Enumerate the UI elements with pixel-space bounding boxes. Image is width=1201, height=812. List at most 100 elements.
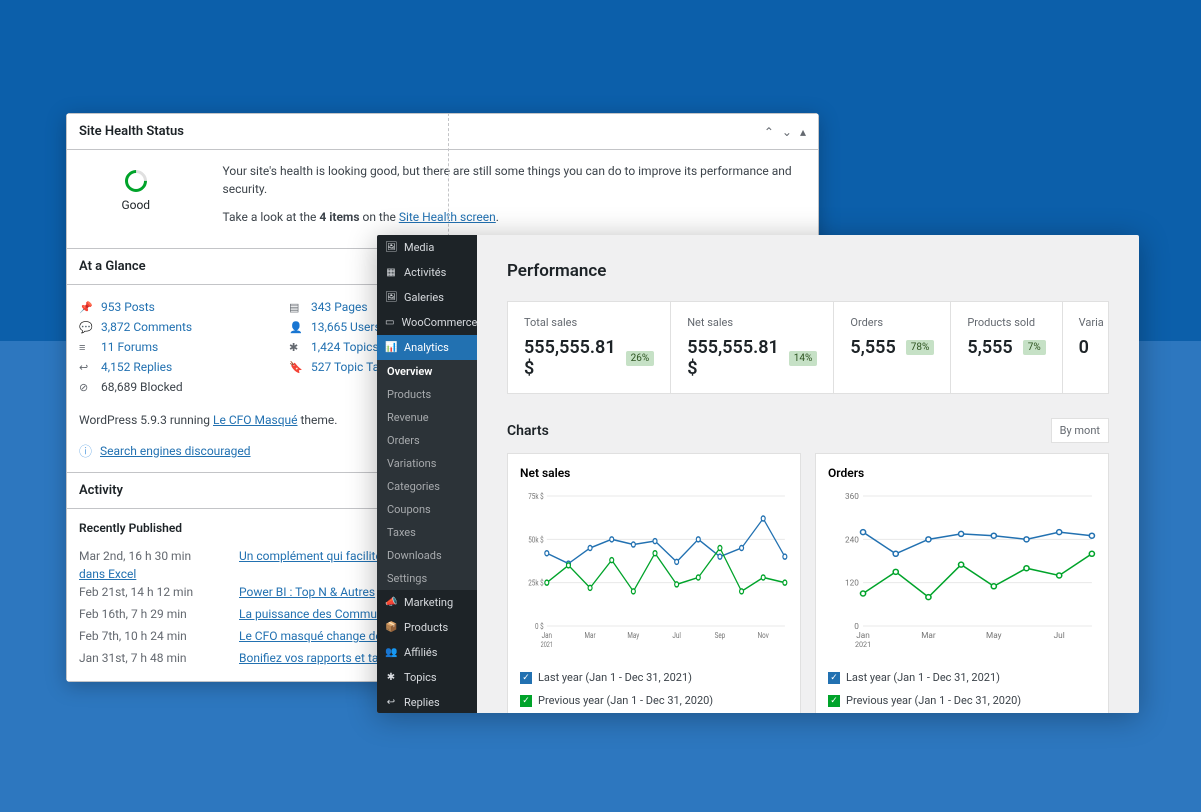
glance-icon: ≡ [79, 341, 93, 354]
sidebar-label: Marketing [404, 596, 453, 609]
glance-icon: ✱ [289, 341, 303, 354]
svg-text:Nov: Nov [758, 630, 770, 640]
legend-item[interactable]: ✓ Previous year (Jan 1 - Dec 31, 2020) [828, 689, 1096, 712]
glance-icon: ⊘ [79, 381, 93, 394]
sidebar-item-products[interactable]: 📦Products [377, 615, 477, 640]
glance-link[interactable]: 4,152 Replies [101, 360, 172, 374]
health-gauge: Good [79, 162, 193, 236]
kpi-row: Total sales555,555.81 $26%Net sales555,5… [507, 301, 1109, 394]
checkbox-icon[interactable]: ✓ [520, 672, 532, 684]
glance-link[interactable]: 343 Pages [311, 300, 368, 314]
sidebar-sub-coupons[interactable]: Coupons [377, 498, 477, 521]
kpi-label: Net sales [687, 316, 817, 329]
sidebar-item-topics[interactable]: ✱Topics [377, 665, 477, 690]
performance-title: Performance [507, 261, 1109, 281]
kpi-card[interactable]: Net sales555,555.81 $14% [671, 302, 834, 393]
sidebar-item-marketing[interactable]: 📣 Marketing [377, 590, 477, 615]
svg-text:2021: 2021 [541, 640, 553, 649]
legend-label: Previous year (Jan 1 - Dec 31, 2020) [846, 694, 1021, 707]
charts-period-selector[interactable]: By mont [1051, 418, 1109, 443]
charts-title: Charts [507, 423, 549, 439]
glance-link[interactable]: 953 Posts [101, 300, 155, 314]
sidebar-sub-overview[interactable]: Overview [377, 360, 477, 383]
sidebar-item-woocommerce[interactable]: ▭WooCommerce [377, 310, 477, 335]
sidebar-sub-variations[interactable]: Variations [377, 452, 477, 475]
sidebar-sub-products[interactable]: Products [377, 383, 477, 406]
sidebar-sub-orders[interactable]: Orders [377, 429, 477, 452]
glance-col: 📌953 Posts💬3,872 Comments≡11 Forums↩4,15… [79, 297, 249, 397]
sidebar-icon: 👥 [385, 647, 397, 658]
glance-icon: ▤ [289, 301, 303, 314]
kpi-value: 555,555.81 $ [524, 337, 616, 379]
activity-post-link[interactable]: Power BI : Top N & Autres [239, 585, 375, 599]
woo-analytics-card: 🖼Media▦Activités🖼Galeries▭WooCommerce📊An… [377, 235, 1139, 713]
orders-chart: 3602401200Jan2021MarMayJul [828, 490, 1096, 650]
activity-post-link[interactable]: dans Excel [79, 567, 136, 581]
chevron-up-icon[interactable]: ⌃ [764, 125, 774, 139]
sidebar-icon: ▭ [385, 317, 394, 328]
sidebar-sub-downloads[interactable]: Downloads [377, 544, 477, 567]
svg-text:50k $: 50k $ [528, 535, 543, 545]
sidebar-item-affiliés[interactable]: 👥Affiliés [377, 640, 477, 665]
sidebar-item-analytics[interactable]: 📊Analytics [377, 335, 477, 360]
charts-head: Charts By mont [507, 418, 1109, 443]
search-engines-link[interactable]: Search engines discouraged [100, 444, 251, 458]
legend-label: Previous year (Jan 1 - Dec 31, 2020) [538, 694, 713, 707]
kpi-label: Varia [1079, 316, 1104, 329]
chart-legend: ✓ Last year (Jan 1 - Dec 31, 2021) ✓ Pre… [828, 666, 1096, 712]
kpi-card[interactable]: Products sold5,5557% [951, 302, 1062, 393]
activity-date: Jan 31st, 7 h 48 min [79, 651, 219, 665]
collapse-icon[interactable]: ▴ [800, 125, 806, 139]
kpi-delta: 78% [906, 340, 935, 355]
legend-item[interactable]: ✓ Last year (Jan 1 - Dec 31, 2021) [520, 666, 788, 689]
kpi-card[interactable]: Total sales555,555.81 $26% [508, 302, 671, 393]
sidebar-sub-taxes[interactable]: Taxes [377, 521, 477, 544]
sidebar-item-media[interactable]: 🖼Media [377, 235, 477, 260]
legend-item[interactable]: ✓ Previous year (Jan 1 - Dec 31, 2020) [520, 689, 788, 712]
glance-link[interactable]: 13,665 Users [311, 320, 381, 334]
svg-text:Jan: Jan [856, 630, 870, 640]
sidebar-sub-categories[interactable]: Categories [377, 475, 477, 498]
sidebar-icon: 📣 [385, 597, 397, 608]
glance-icon: 👤 [289, 321, 303, 334]
svg-text:75k $: 75k $ [528, 491, 543, 501]
legend-item[interactable]: ✓ Last year (Jan 1 - Dec 31, 2021) [828, 666, 1096, 689]
health-ring-icon [120, 165, 151, 196]
site-health-body: Good Your site's health is looking good,… [67, 150, 818, 248]
chart-card-netsales: Net sales 75k $50k $25k $0 $Jan2021MarMa… [507, 453, 801, 713]
kpi-delta: 7% [1023, 340, 1046, 355]
chart-row: Net sales 75k $50k $25k $0 $Jan2021MarMa… [507, 453, 1109, 713]
chart-title: Orders [828, 466, 1096, 480]
sidebar-item-activités[interactable]: ▦Activités [377, 260, 477, 285]
kpi-label: Total sales [524, 316, 654, 329]
sidebar-item-replies[interactable]: ↩Replies [377, 690, 477, 713]
legend-label: Last year (Jan 1 - Dec 31, 2021) [538, 671, 692, 684]
glance-link[interactable]: 3,872 Comments [101, 320, 192, 334]
sidebar-item-galeries[interactable]: 🖼Galeries [377, 285, 477, 310]
sidebar-icon: ✱ [385, 672, 397, 683]
activity-date: Feb 16th, 7 h 29 min [79, 607, 219, 621]
theme-link[interactable]: Le CFO Masqué [213, 413, 297, 427]
svg-text:2021: 2021 [855, 640, 871, 649]
sidebar-sub-settings[interactable]: Settings [377, 567, 477, 590]
legend-label: Last year (Jan 1 - Dec 31, 2021) [846, 671, 1000, 684]
checkbox-icon[interactable]: ✓ [520, 695, 532, 707]
kpi-card[interactable]: Varia0 [1063, 302, 1120, 393]
sidebar-icon: ↩ [385, 697, 397, 708]
svg-text:Jul: Jul [672, 630, 681, 640]
glance-link[interactable]: 11 Forums [101, 340, 158, 354]
activity-date: Mar 2nd, 16 h 30 min [79, 549, 219, 563]
glance-item: ↩4,152 Replies [79, 357, 249, 377]
sidebar-icon: 📊 [385, 342, 397, 353]
kpi-value: 5,555 [967, 337, 1012, 358]
health-text-2: Take a look at the 4 items on the Site H… [223, 208, 806, 226]
chevron-down-icon[interactable]: ⌄ [782, 125, 792, 139]
glance-icon: 🔖 [289, 361, 303, 374]
sidebar-sub-revenue[interactable]: Revenue [377, 406, 477, 429]
checkbox-icon[interactable]: ✓ [828, 695, 840, 707]
chart-title: Net sales [520, 466, 788, 480]
kpi-card[interactable]: Orders5,55578% [834, 302, 951, 393]
glance-link[interactable]: 1,424 Topics [311, 340, 379, 354]
checkbox-icon[interactable]: ✓ [828, 672, 840, 684]
sidebar-label: Galeries [404, 291, 444, 304]
